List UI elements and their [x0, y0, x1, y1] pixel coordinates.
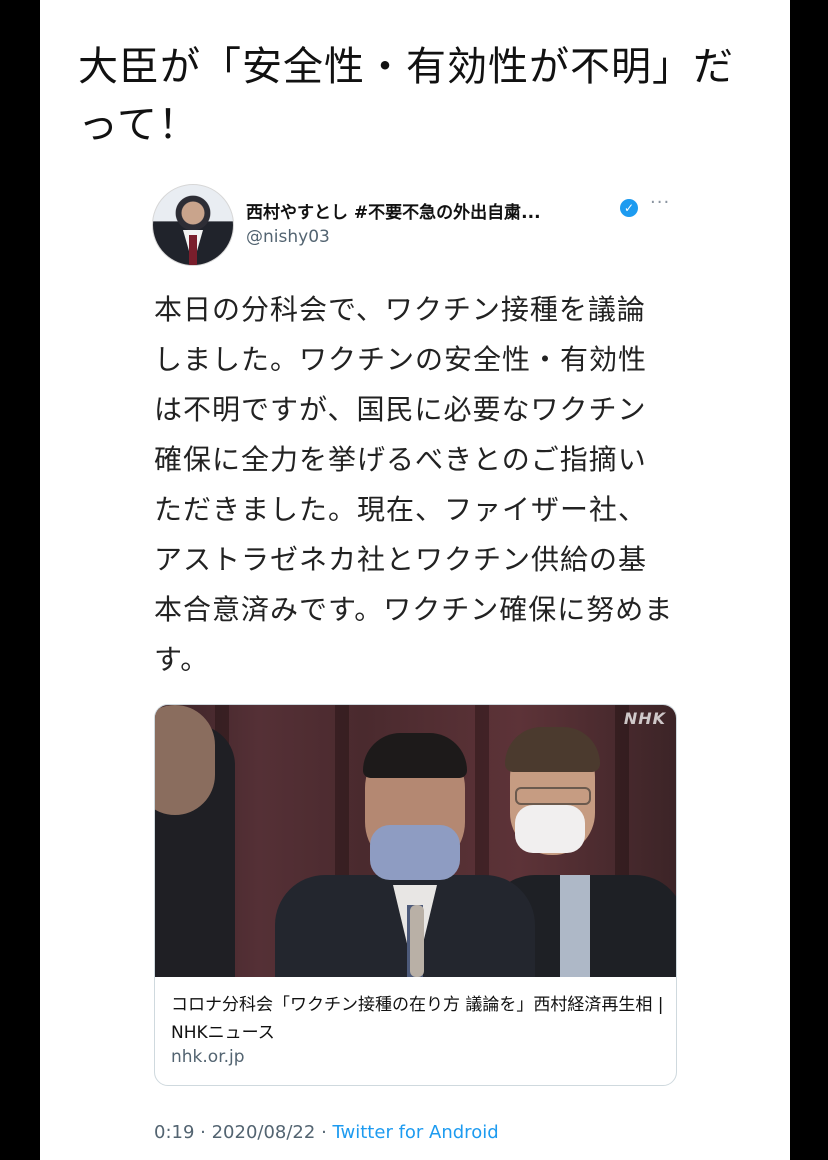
curtain-fold [335, 705, 349, 895]
footer-separator: · [315, 1122, 333, 1143]
curtain-fold [475, 705, 489, 895]
post-headline: 大臣が「安全性・有効性が不明」だって！ [78, 44, 734, 148]
screenshot-page: 大臣が「安全性・有効性が不明」だって！ 西村やすとし #不要不急の外出自粛...… [40, 0, 790, 1160]
microphone [410, 905, 424, 977]
tweet-source-link[interactable]: Twitter for Android [333, 1122, 499, 1143]
link-preview-card[interactable]: NHK コロナ分科会「ワクチン接種の在り方 議論を」西村経済再生相 | NHKニ… [154, 704, 677, 1086]
curtain-fold [615, 705, 629, 895]
right-person-glasses [515, 787, 591, 805]
footer-separator: · [194, 1122, 212, 1143]
card-domain: nhk.or.jp [171, 1047, 245, 1067]
nhk-watermark: NHK [623, 709, 666, 728]
right-person-mask [515, 805, 585, 853]
left-person-head [155, 705, 215, 815]
avatar-tie [189, 235, 197, 265]
more-options-icon[interactable]: ··· [650, 192, 670, 213]
tweet-footer: 0:19 · 2020/08/22 · Twitter for Android [154, 1122, 499, 1143]
tweet-date[interactable]: 2020/08/22 [212, 1122, 316, 1143]
tweet-header: 西村やすとし #不要不急の外出自粛... ✓ ··· @nishy03 [152, 180, 672, 270]
author-avatar[interactable] [152, 184, 234, 266]
tweet-time[interactable]: 0:19 [154, 1122, 194, 1143]
right-person-shirt [560, 875, 590, 977]
author-handle[interactable]: @nishy03 [246, 227, 330, 247]
author-name[interactable]: 西村やすとし #不要不急の外出自粛... [246, 198, 541, 223]
card-thumbnail-image: NHK [155, 705, 676, 977]
main-person-mask [370, 825, 460, 880]
verified-check-icon: ✓ [620, 199, 638, 217]
right-person-hair [505, 727, 600, 772]
tweet-body-text: 本日の分科会で、ワクチン接種を議論しました。ワクチンの安全性・有効性は不明ですが… [154, 293, 674, 676]
card-title[interactable]: コロナ分科会「ワクチン接種の在り方 議論を」西村経済再生相 | NHKニュース [171, 991, 666, 1047]
main-person-hair [363, 733, 467, 778]
